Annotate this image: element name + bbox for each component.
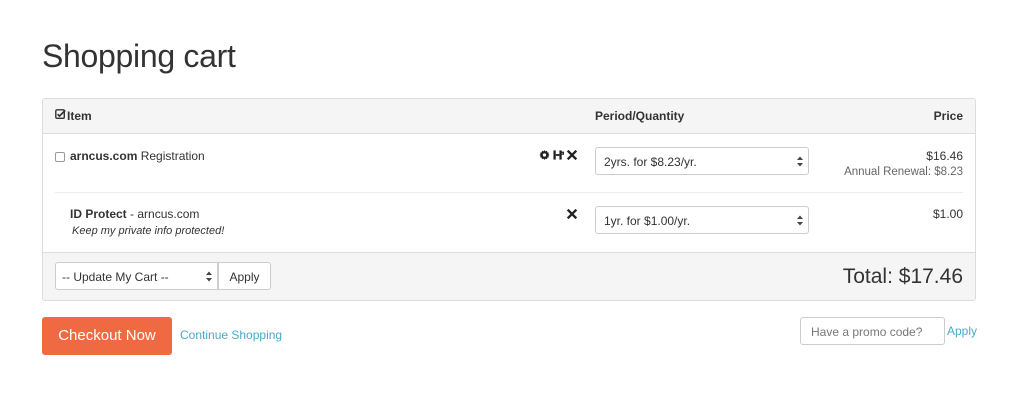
- dns-icon[interactable]: [553, 148, 565, 160]
- row-divider: arncus.com Registration 2yrs. for $8.23/…: [55, 134, 963, 193]
- item-type: Registration: [137, 149, 205, 163]
- cart-total: Total: $17.46: [842, 265, 963, 288]
- period-select[interactable]: 1yr. for $1.00/yr.: [595, 206, 809, 234]
- table-row: arncus.com Registration 2yrs. for $8.23/…: [43, 134, 975, 193]
- cart-header: Item Period/Quantity Price: [43, 99, 975, 134]
- addon-domain: - arncus.com: [126, 207, 200, 221]
- select-arrows-icon: [797, 214, 803, 227]
- item-name: arncus.com Registration: [70, 149, 205, 163]
- update-cart-select[interactable]: -- Update My Cart --: [55, 262, 218, 290]
- addon-price: $1.00: [932, 207, 963, 221]
- continue-shopping-link[interactable]: Continue Shopping: [180, 328, 282, 342]
- select-arrows-icon: [206, 270, 212, 286]
- promo-code-input[interactable]: Have a promo code?: [800, 317, 945, 345]
- period-select-value: 2yrs. for $8.23/yr.: [604, 155, 697, 169]
- update-cart-select-value: -- Update My Cart --: [62, 270, 169, 284]
- addon-name: ID Protect - arncus.com: [70, 207, 199, 221]
- apply-button[interactable]: Apply: [218, 262, 271, 290]
- price-column-header: Price: [933, 109, 963, 123]
- period-select-value: 1yr. for $1.00/yr.: [604, 214, 691, 228]
- item-price: $16.46: [926, 149, 963, 163]
- promo-apply-link[interactable]: Apply: [947, 324, 977, 338]
- period-column-header: Period/Quantity: [595, 109, 685, 123]
- page-title: Shopping cart: [42, 38, 236, 74]
- cart-footer: -- Update My Cart -- Apply Total: $17.46: [43, 252, 975, 300]
- addon-title: ID Protect: [70, 207, 127, 221]
- select-all-icon[interactable]: [55, 109, 66, 123]
- remove-icon[interactable]: [566, 207, 578, 220]
- checkout-button[interactable]: Checkout Now: [42, 317, 172, 355]
- gear-icon[interactable]: [539, 148, 550, 161]
- row-actions: [566, 207, 578, 220]
- remove-icon[interactable]: [566, 148, 578, 161]
- row-actions: [539, 148, 578, 161]
- item-renewal: Annual Renewal: $8.23: [844, 166, 963, 178]
- item-column-header: Item: [55, 109, 92, 123]
- item-domain: arncus.com: [70, 149, 138, 163]
- item-checkbox[interactable]: [55, 152, 65, 162]
- addon-description: Keep my private info protected!: [72, 225, 225, 237]
- table-row: ID Protect - arncus.com Keep my private …: [43, 194, 975, 252]
- select-arrows-icon: [797, 155, 803, 168]
- item-header-label: Item: [67, 109, 92, 123]
- period-select[interactable]: 2yrs. for $8.23/yr.: [595, 147, 809, 175]
- cart-table: Item Period/Quantity Price arncus.com Re…: [42, 98, 976, 301]
